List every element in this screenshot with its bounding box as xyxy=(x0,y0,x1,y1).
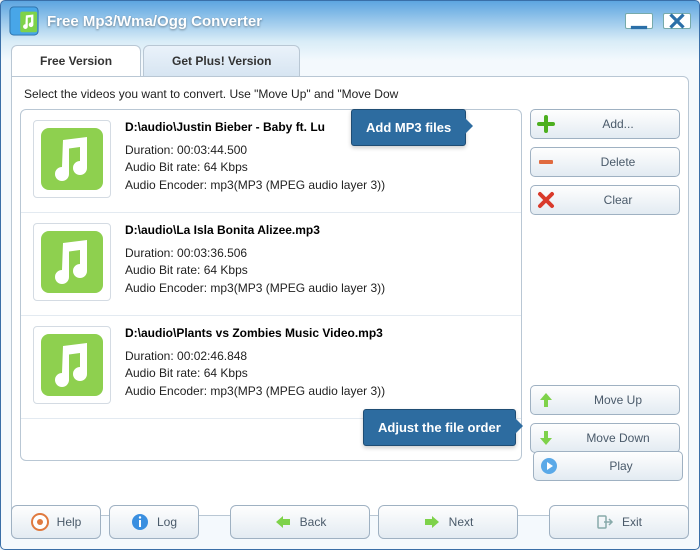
file-bitrate: Audio Bit rate: 64 Kbps xyxy=(125,262,509,279)
arrow-up-icon xyxy=(537,391,555,409)
exit-label: Exit xyxy=(622,515,642,529)
list-item[interactable]: D:\audio\Plants vs Zombies Music Video.m… xyxy=(21,316,521,419)
side-buttons: Add... Delete Clear Move Up Move Do xyxy=(530,109,680,461)
help-button[interactable]: Help xyxy=(11,505,101,539)
move-up-label: Move Up xyxy=(563,393,673,407)
add-button[interactable]: Add... xyxy=(530,109,680,139)
exit-icon xyxy=(596,513,614,531)
plus-icon xyxy=(537,115,555,133)
move-down-label: Move Down xyxy=(563,431,673,445)
file-thumbnail xyxy=(33,326,111,404)
file-duration: Duration: 00:02:46.848 xyxy=(125,348,509,365)
arrow-left-icon xyxy=(274,513,292,531)
next-label: Next xyxy=(449,515,474,529)
back-button[interactable]: Back xyxy=(230,505,370,539)
callout-add-files: Add MP3 files xyxy=(351,109,466,146)
file-thumbnail xyxy=(33,120,111,198)
minimize-button[interactable] xyxy=(625,13,653,29)
play-label: Play xyxy=(566,459,676,473)
tab-free-version[interactable]: Free Version xyxy=(11,45,141,76)
file-encoder: Audio Encoder: mp3(MP3 (MPEG audio layer… xyxy=(125,280,509,297)
tabs: Free Version Get Plus! Version xyxy=(11,45,689,76)
music-note-icon xyxy=(39,229,105,295)
app-title: Free Mp3/Wma/Ogg Converter xyxy=(47,13,262,30)
log-label: Log xyxy=(157,515,177,529)
file-thumbnail xyxy=(33,223,111,301)
titlebar: Free Mp3/Wma/Ogg Converter xyxy=(1,1,699,41)
footer-bar: Help Log Back Next Exit xyxy=(11,505,689,539)
x-icon xyxy=(537,191,555,209)
back-label: Back xyxy=(300,515,327,529)
main-panel: Select the videos you want to convert. U… xyxy=(11,76,689,516)
close-icon xyxy=(664,8,690,34)
file-path: D:\audio\Plants vs Zombies Music Video.m… xyxy=(125,326,509,340)
file-bitrate: Audio Bit rate: 64 Kbps xyxy=(125,159,509,176)
callout-file-order: Adjust the file order xyxy=(363,409,516,446)
tab-plus-version[interactable]: Get Plus! Version xyxy=(143,45,300,76)
log-button[interactable]: Log xyxy=(109,505,199,539)
add-label: Add... xyxy=(563,117,673,131)
next-button[interactable]: Next xyxy=(378,505,518,539)
file-duration: Duration: 00:03:36.506 xyxy=(125,245,509,262)
minus-icon xyxy=(537,153,555,171)
delete-label: Delete xyxy=(563,155,673,169)
list-item[interactable]: D:\audio\La Isla Bonita Alizee.mp3 Durat… xyxy=(21,213,521,316)
info-icon xyxy=(131,513,149,531)
delete-button[interactable]: Delete xyxy=(530,147,680,177)
exit-button[interactable]: Exit xyxy=(549,505,689,539)
file-path: D:\audio\La Isla Bonita Alizee.mp3 xyxy=(125,223,509,237)
clear-label: Clear xyxy=(563,193,673,207)
arrow-right-icon xyxy=(423,513,441,531)
instruction-text: Select the videos you want to convert. U… xyxy=(24,87,676,101)
file-encoder: Audio Encoder: mp3(MP3 (MPEG audio layer… xyxy=(125,383,509,400)
play-icon xyxy=(540,457,558,475)
app-window: Free Mp3/Wma/Ogg Converter Free Version … xyxy=(0,0,700,550)
clear-button[interactable]: Clear xyxy=(530,185,680,215)
minimize-icon xyxy=(626,8,652,34)
close-button[interactable] xyxy=(663,13,691,29)
file-encoder: Audio Encoder: mp3(MP3 (MPEG audio layer… xyxy=(125,177,509,194)
music-note-icon xyxy=(39,332,105,398)
help-label: Help xyxy=(57,515,82,529)
move-down-button[interactable]: Move Down xyxy=(530,423,680,453)
app-icon xyxy=(9,6,39,36)
help-icon xyxy=(31,513,49,531)
arrow-down-icon xyxy=(537,429,555,447)
play-button[interactable]: Play xyxy=(533,451,683,481)
file-bitrate: Audio Bit rate: 64 Kbps xyxy=(125,365,509,382)
music-note-icon xyxy=(39,126,105,192)
move-up-button[interactable]: Move Up xyxy=(530,385,680,415)
